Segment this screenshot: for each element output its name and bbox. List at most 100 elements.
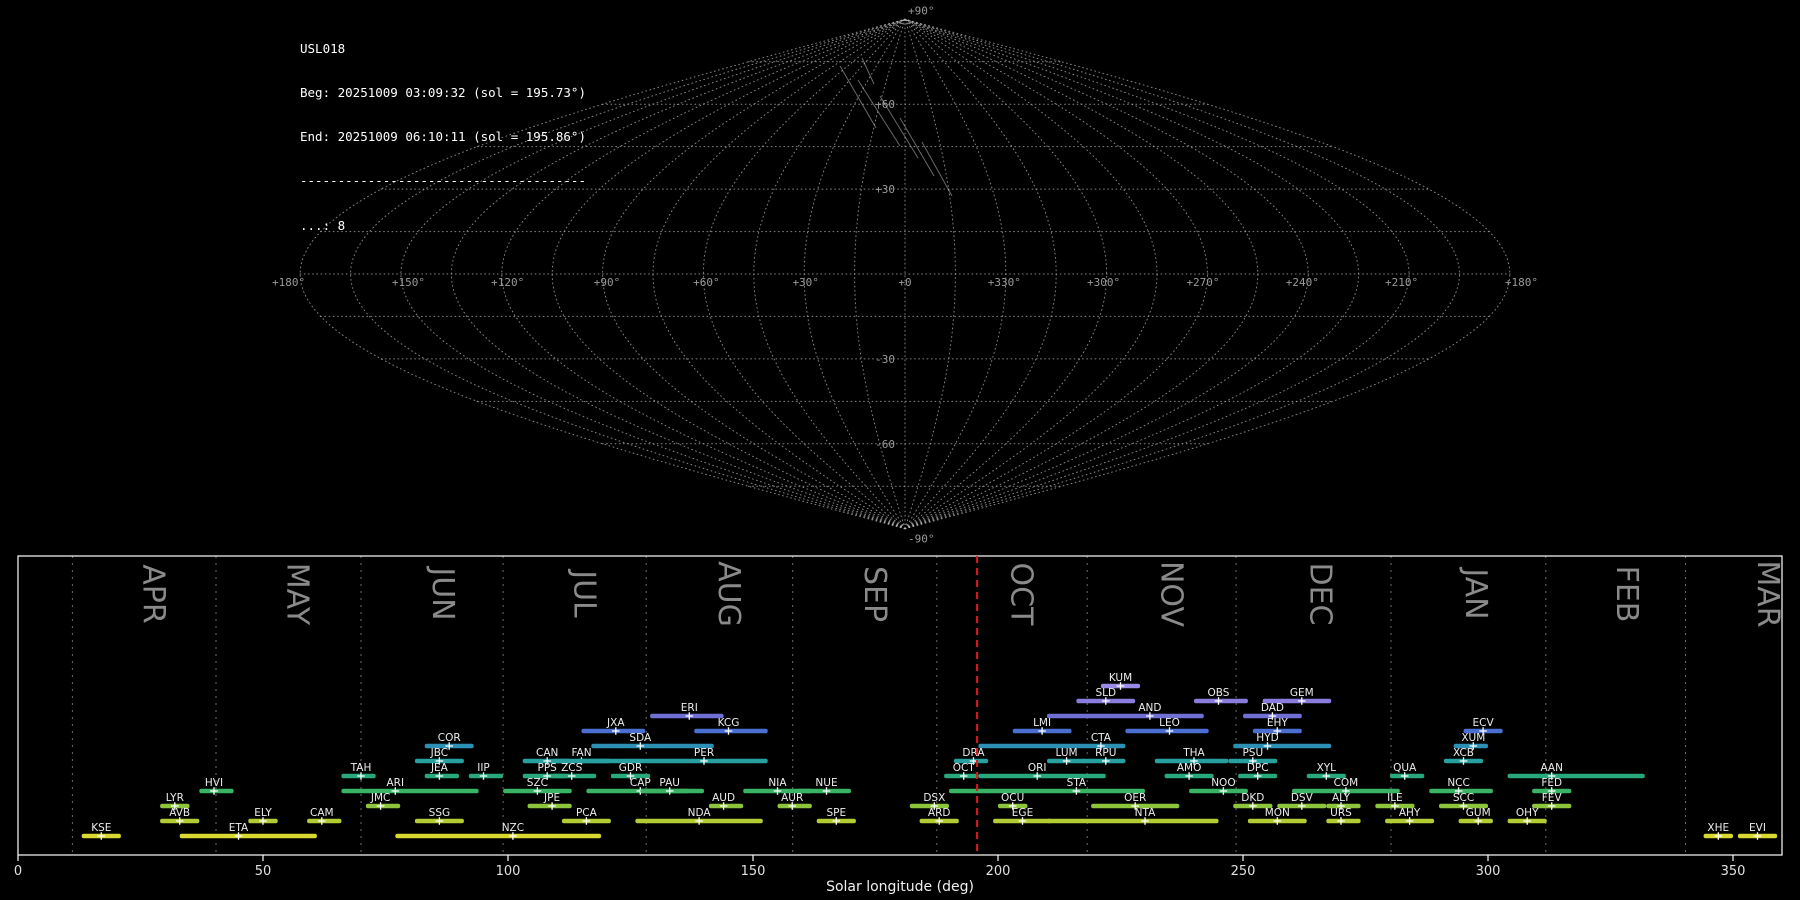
shower-activity-bar <box>576 758 768 764</box>
shower-code-label: AUR <box>781 792 803 804</box>
shower-activity-bar <box>1047 818 1219 824</box>
shower-code-label: LMI <box>1033 717 1051 729</box>
month-label: MAR <box>1750 560 1785 627</box>
shower-code-label: PAU <box>659 777 680 789</box>
shower-code-label: PER <box>694 747 714 759</box>
shower-activity-bar <box>179 833 317 839</box>
shower-code-label: FED <box>1541 777 1562 789</box>
map-longitude-label: +60° <box>693 276 720 289</box>
shower-code-label: NTA <box>1135 807 1156 819</box>
shower-activity-bar <box>1189 788 1248 794</box>
shower-code-label: TAH <box>350 762 372 774</box>
shower-code-label: ZCS <box>561 762 583 774</box>
shower-code-label: IIP <box>477 762 490 774</box>
shower-code-label: CAP <box>630 777 651 789</box>
shower-code-label: EHY <box>1267 717 1289 729</box>
shower-activity-bar <box>978 773 1106 779</box>
month-label: NOV <box>1154 561 1189 628</box>
shower-activity-bar <box>395 833 602 839</box>
shower-code-label: DKD <box>1241 792 1264 804</box>
shower-code-label: JXA <box>606 717 625 729</box>
shower-code-label: KUM <box>1109 672 1132 684</box>
shower-code-label: AMO <box>1177 762 1202 774</box>
shower-code-label: SZC <box>527 777 548 789</box>
shower-code-label: THA <box>1182 747 1205 759</box>
map-latitude-label: -30 <box>875 353 895 366</box>
shower-code-label: AVB <box>169 807 190 819</box>
shower-code-label: JBC <box>430 747 448 759</box>
shower-code-label: OCT <box>953 762 976 774</box>
shower-activity-bar <box>1507 773 1645 779</box>
meteor-trail <box>879 95 919 159</box>
shower-code-label: PSU <box>1242 747 1263 759</box>
map-longitude-label: +270° <box>1186 276 1219 289</box>
activity-timeline-chart: APR MAY JUN JUL AUG SEP OCT NOV DEC JAN FEB MAR 0 50 1… <box>14 555 1785 879</box>
map-longitude-label: +30° <box>792 276 819 289</box>
shower-code-label: XCB <box>1453 747 1474 759</box>
meteor-observation-screen: +90° +60 +30 -30 -60 -90° +180° +150° +120° +90° +… <box>0 0 1800 900</box>
month-label: JUN <box>425 565 460 620</box>
shower-code-label: ORI <box>1028 762 1047 774</box>
map-longitude-label: +300° <box>1087 276 1120 289</box>
shower-code-label: ERI <box>681 702 698 714</box>
shower-code-label: ILE <box>1387 792 1403 804</box>
shower-code-label: OCU <box>1001 792 1024 804</box>
map-latitude-label: +90° <box>908 4 935 17</box>
map-latitude-label: -60 <box>875 438 895 451</box>
divider-line: -------------------------------------- <box>300 173 586 189</box>
shower-code-label: OER <box>1124 792 1146 804</box>
shower-code-label: GDR <box>619 762 643 774</box>
shower-code-label: NOO <box>1211 777 1235 789</box>
shower-code-label: MON <box>1265 807 1290 819</box>
session-begin: Beg: 20251009 03:09:32 (sol = 195.73°) <box>300 84 586 100</box>
shower-code-label: JMC <box>370 792 391 804</box>
shower-code-label: OHY <box>1516 807 1539 819</box>
shower-code-label: ELY <box>254 807 272 819</box>
shower-code-label: SSG <box>429 807 450 819</box>
shower-code-label: LUM <box>1056 747 1078 759</box>
shower-code-label: HYD <box>1256 732 1278 744</box>
shower-code-label: DPC <box>1247 762 1269 774</box>
month-label: AUG <box>711 561 746 627</box>
shower-code-label: NIA <box>768 777 787 789</box>
shower-code-label: QUA <box>1393 762 1417 774</box>
x-axis-tick-label: 150 <box>741 864 766 879</box>
map-latitude-label: -90° <box>908 533 935 546</box>
shower-code-label: EGE <box>1012 807 1033 819</box>
shower-code-label: NUE <box>815 777 837 789</box>
map-longitude-label: +150° <box>392 276 425 289</box>
x-axis-tick-label: 350 <box>1721 864 1746 879</box>
plot-canvas: +90°+60+30-30-60-90°+180° +150° +120° +90° +… <box>14 4 1785 895</box>
map-longitude-label: +210° <box>1385 276 1418 289</box>
month-label: SEP <box>857 566 892 622</box>
shower-code-label: AAN <box>1540 762 1563 774</box>
shower-code-label: AND <box>1138 702 1161 714</box>
session-count: ...: 8 <box>300 217 346 233</box>
month-label: APR <box>135 564 170 623</box>
shower-code-label: SLD <box>1095 687 1116 699</box>
shower-code-label: KCG <box>718 717 740 729</box>
month-label: MAY <box>280 563 315 626</box>
x-axis-tick-label: 100 <box>496 864 521 879</box>
map-longitude-label: +180° <box>1505 276 1538 289</box>
meteor-trail <box>921 141 953 197</box>
shower-code-label: AUD <box>712 792 735 804</box>
shower-code-label: EVI <box>1749 822 1766 834</box>
shower-code-label: NCC <box>1447 777 1470 789</box>
x-axis-tick-label: 200 <box>986 864 1011 879</box>
shower-code-label: GUM <box>1466 807 1491 819</box>
shower-code-label: PPS <box>538 762 558 774</box>
shower-code-label: CAN <box>536 747 558 759</box>
shower-code-label: ALY <box>1332 792 1351 804</box>
map-latitude-label: +30 <box>875 183 895 196</box>
shower-code-label: JPE <box>543 792 560 804</box>
shower-code-label: LYR <box>166 792 184 804</box>
shower-code-label: COM <box>1334 777 1359 789</box>
shower-code-label: RPU <box>1095 747 1116 759</box>
month-label: OCT <box>1004 563 1039 627</box>
shower-code-label: ETA <box>229 822 249 834</box>
shower-code-label: ARI <box>387 777 405 789</box>
shower-code-label: STA <box>1067 777 1087 789</box>
x-axis-tick-label: 0 <box>14 864 22 879</box>
session-info-panel: USL018 Beg: 20251009 03:09:32 (sol = 195… <box>300 12 586 263</box>
